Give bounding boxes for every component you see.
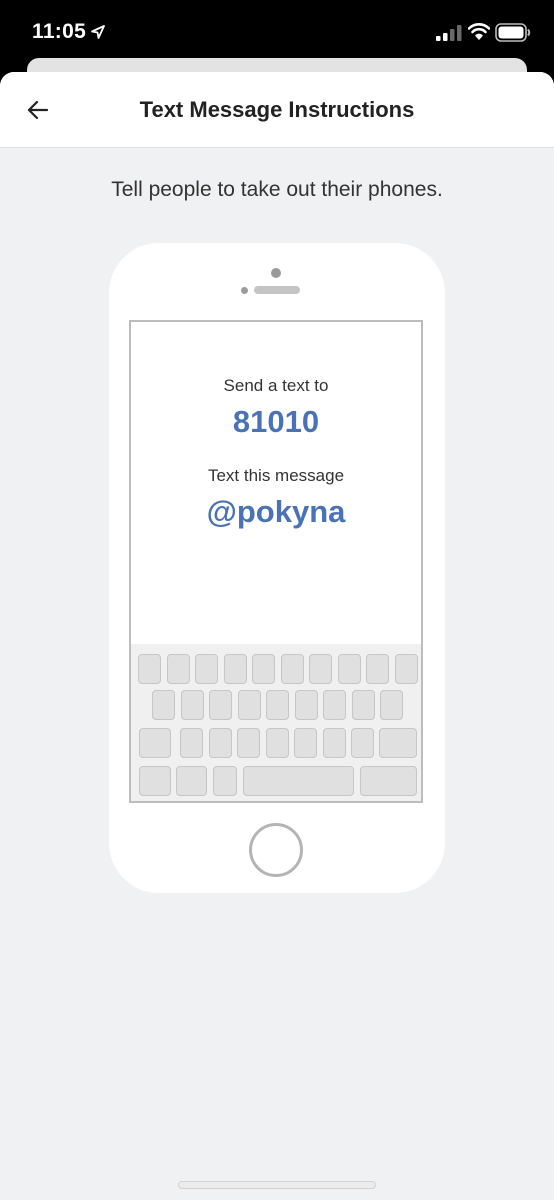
delete-key [379, 728, 417, 758]
camera-icon [271, 268, 281, 278]
navigation-bar: Text Message Instructions [0, 72, 554, 148]
keyboard-key [166, 654, 190, 684]
wifi-icon [468, 23, 490, 40]
mic-key [213, 766, 237, 796]
instructions-sheet: Text Message Instructions Tell people to… [0, 72, 554, 1200]
space-key [243, 766, 354, 796]
short-code-number: 81010 [232, 404, 320, 439]
shift-key [139, 728, 171, 758]
sensor-icon [241, 287, 248, 294]
globe-key [176, 766, 207, 796]
keyboard-key [195, 654, 218, 684]
keyboard-key [266, 690, 289, 720]
keyboard-key [223, 654, 247, 684]
keyboard-key [209, 690, 232, 720]
keyboard-key [294, 690, 318, 720]
keyboard-key [322, 728, 346, 758]
keyboard-key [351, 728, 374, 758]
instruction-text: Tell people to take out their phones. [111, 178, 443, 201]
home-indicator[interactable] [178, 1181, 376, 1189]
battery-icon [495, 23, 531, 42]
keyboard-key [294, 728, 317, 758]
keyboard-key [265, 728, 289, 758]
keyboard-key [138, 654, 161, 684]
keyboard-key [237, 728, 260, 758]
keyboard-key [237, 690, 261, 720]
keyboard-key [323, 690, 346, 720]
keyboard-key [180, 690, 204, 720]
cellular-signal-icon [436, 25, 462, 41]
numbers-key [139, 766, 171, 796]
keyboard-key [337, 654, 361, 684]
keyboard-key [280, 654, 304, 684]
keyboard-key [351, 690, 375, 720]
keyboard-key [152, 690, 175, 720]
page-title: Text Message Instructions [139, 97, 415, 122]
keyboard-illustration [131, 644, 421, 801]
phone-screen: Send a text to 81010 Text this message @… [129, 320, 423, 803]
message-handle: @pokyna [206, 494, 346, 529]
arrow-left-icon [27, 100, 49, 120]
send-text-label: Send a text to [223, 376, 329, 395]
keyboard-key [208, 728, 232, 758]
status-time: 11:05 [32, 20, 87, 43]
location-arrow-icon [91, 25, 105, 39]
keyboard-key [309, 654, 332, 684]
back-button[interactable] [20, 92, 56, 128]
keyboard-key [380, 690, 403, 720]
speaker-icon [254, 286, 300, 294]
keyboard-key [366, 654, 389, 684]
keyboard-key [252, 654, 275, 684]
keyboard-key [180, 728, 203, 758]
return-key [360, 766, 417, 796]
message-label: Text this message [207, 466, 345, 485]
keyboard-key [394, 654, 418, 684]
phone-illustration: Send a text to 81010 Text this message @… [109, 243, 445, 893]
home-button-illustration [249, 823, 303, 877]
